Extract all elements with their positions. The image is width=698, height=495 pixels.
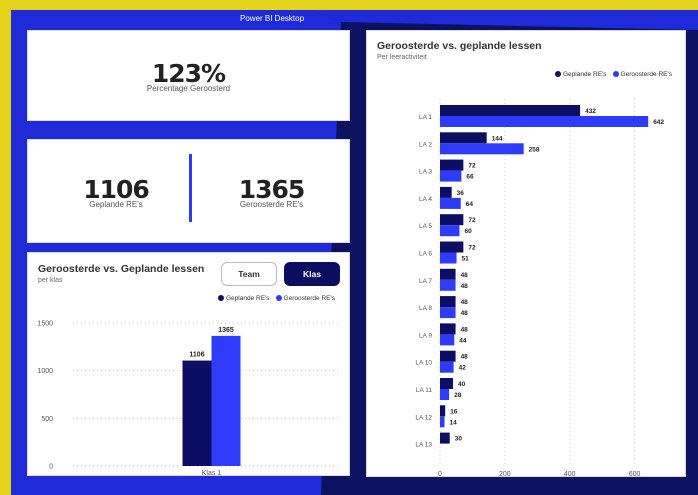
kpi-scheduled: 1365 Geroosterde RE's	[192, 140, 351, 244]
bar-planned	[440, 296, 456, 308]
bar-scheduled	[440, 279, 456, 291]
kpi-planned-label: Geplande RE's	[89, 200, 143, 209]
bar-planned	[440, 405, 446, 417]
data-label: 30	[455, 436, 463, 443]
data-label: 432	[585, 108, 596, 115]
class-chart-plot: 0 500 1000 1500 1106 1365 Klas 1	[37, 321, 340, 475]
bar-scheduled	[440, 389, 450, 400]
data-label: 72	[468, 245, 476, 252]
x-tick-label: 200	[499, 471, 511, 476]
bar-scheduled	[440, 170, 462, 182]
bar-planned	[440, 268, 456, 280]
y-tick-label: LA 4	[419, 196, 432, 203]
y-tick-label: LA 9	[419, 332, 432, 339]
data-label: 42	[459, 365, 467, 372]
data-label: 60	[464, 228, 472, 235]
y-tick-label: LA 8	[419, 305, 432, 312]
bar-scheduled	[440, 225, 460, 237]
y-tick-label: LA 10	[415, 360, 432, 367]
data-label: 44	[459, 337, 467, 344]
report-canvas: Power BI Desktop 123% Percentage Geroost…	[11, 10, 698, 495]
bar-scheduled	[440, 252, 457, 264]
kpi-percentage-card[interactable]: 123% Percentage Geroosterd	[27, 30, 350, 121]
bar-planned	[440, 159, 464, 171]
data-label: 66	[466, 174, 474, 181]
bar-scheduled	[440, 116, 649, 127]
data-label: 51	[462, 256, 470, 263]
y-tick-label: 500	[41, 416, 53, 423]
bar-planned	[440, 432, 450, 444]
x-tick-label: 0	[438, 471, 442, 476]
y-tick-label: LA 7	[419, 278, 432, 285]
bar-planned	[440, 132, 487, 144]
bar-scheduled	[440, 143, 524, 155]
y-tick-label: 0	[49, 464, 53, 471]
y-tick-label: LA 1	[419, 114, 432, 121]
bar-scheduled	[440, 361, 454, 373]
activity-chart-plot: 0 200 400 600 LA 1 432 642 LA 2 144 258 LA 3 72 66 LA…	[415, 99, 664, 476]
kpi-percentage-label: Percentage Geroosterd	[146, 83, 231, 93]
data-label: 72	[468, 163, 476, 170]
y-tick-label: LA 3	[419, 169, 432, 176]
y-tick-label: LA 11	[416, 387, 433, 394]
bar-planned	[440, 378, 453, 389]
data-label: 28	[454, 392, 462, 399]
data-label: 48	[461, 272, 469, 279]
data-label: 16	[450, 408, 458, 415]
bar-planned	[182, 360, 212, 466]
y-tick-label: LA 5	[419, 223, 432, 230]
bar-planned	[440, 241, 464, 253]
data-label: 144	[492, 135, 503, 142]
data-label: 1365	[218, 327, 234, 334]
app-title: Power BI Desktop	[240, 14, 305, 23]
data-label: 72	[468, 217, 476, 224]
y-tick-label: 1000	[37, 368, 53, 375]
y-tick-label: LA 12	[415, 414, 432, 421]
data-label: 258	[529, 146, 540, 153]
kpi-scheduled-label: Geroosterde RE's	[239, 200, 304, 209]
data-label: 64	[466, 201, 474, 208]
class-chart-card[interactable]: Geroosterde vs. Geplande lessen per klas…	[27, 252, 350, 476]
data-label: 48	[461, 326, 469, 333]
bar-scheduled	[440, 197, 461, 209]
bar-scheduled	[440, 416, 445, 428]
data-label: 40	[458, 381, 466, 388]
x-tick-label: 600	[629, 471, 641, 476]
kpi-planned: 1106 Geplande RE's	[28, 140, 204, 244]
bar-planned	[440, 214, 464, 226]
data-label: 36	[457, 190, 465, 197]
data-label: 48	[461, 354, 469, 361]
y-tick-label: LA 13	[415, 442, 432, 449]
y-tick-label: LA 6	[419, 251, 432, 258]
y-tick-label: 1500	[37, 321, 53, 328]
activity-chart-card[interactable]: Geroosterde vs. geplande lessen Per leer…	[366, 30, 686, 477]
data-label: 642	[653, 119, 664, 126]
x-tick-label: 400	[564, 471, 576, 476]
bar-planned	[440, 350, 456, 362]
y-tick-label: LA 2	[419, 141, 432, 148]
bar-planned	[440, 105, 581, 116]
bar-scheduled	[440, 334, 455, 346]
data-label: 48	[461, 310, 469, 317]
bar-planned	[440, 323, 456, 335]
data-label: 48	[461, 299, 469, 306]
bar-planned	[440, 186, 452, 198]
x-tick-label: Klas 1	[202, 470, 222, 475]
data-label: 1106	[189, 352, 204, 359]
data-label: 14	[450, 419, 458, 426]
kpi-counts-card[interactable]: 1106 Geplande RE's 1365 Geroosterde RE's	[27, 139, 350, 243]
bar-scheduled	[211, 335, 241, 466]
bar-scheduled	[440, 307, 456, 319]
data-label: 48	[461, 283, 469, 290]
